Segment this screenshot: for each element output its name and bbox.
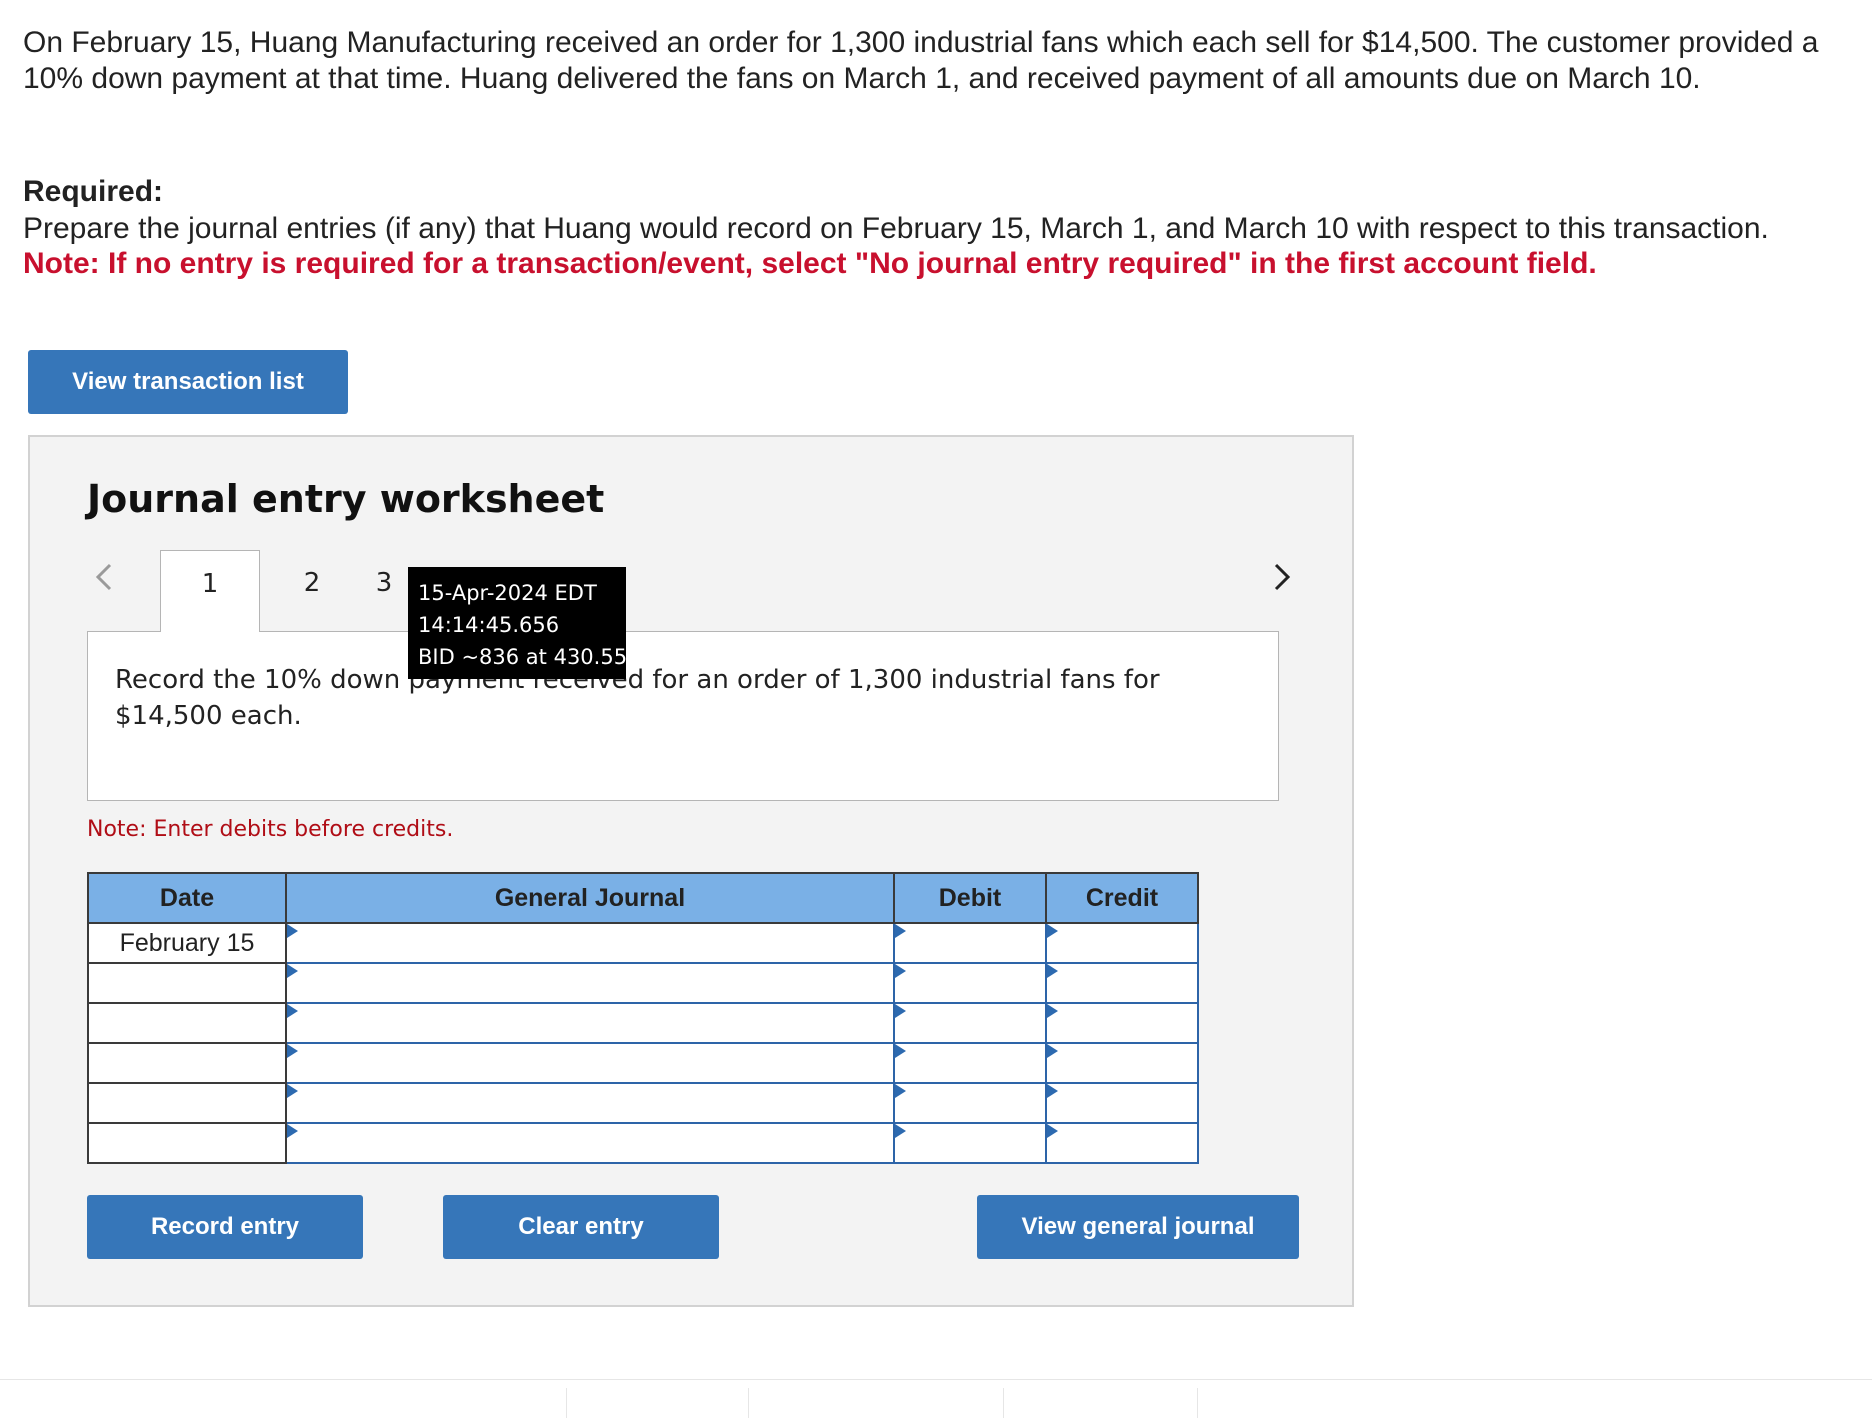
problem-statement: On February 15, Huang Manufacturing rece…	[23, 26, 1819, 95]
column-header-credit: Credit	[1045, 872, 1199, 924]
account-input[interactable]	[285, 922, 895, 964]
credit-input[interactable]	[1045, 1002, 1199, 1044]
table-row	[87, 1002, 1199, 1044]
table-row: February 15	[87, 922, 1199, 964]
debit-input[interactable]	[893, 922, 1047, 964]
date-cell	[87, 1122, 287, 1164]
debit-input[interactable]	[893, 1122, 1047, 1164]
table-row	[87, 1042, 1199, 1084]
date-cell	[87, 1002, 287, 1044]
date-cell	[87, 962, 287, 1004]
tab-3[interactable]: 3	[364, 550, 404, 632]
tooltip-time: 14:14:45.656	[418, 613, 560, 637]
credit-input[interactable]	[1045, 1042, 1199, 1084]
account-input[interactable]	[285, 1122, 895, 1164]
credit-input[interactable]	[1045, 962, 1199, 1004]
tab-1[interactable]: 1	[160, 550, 260, 632]
table-row	[87, 1082, 1199, 1124]
journal-entry-worksheet: Journal entry worksheet 1 2 3 Record the…	[28, 435, 1354, 1307]
column-header-debit: Debit	[893, 872, 1047, 924]
chevron-right-icon[interactable]	[1266, 557, 1296, 597]
date-cell	[87, 1082, 287, 1124]
footer-separator	[748, 1388, 749, 1418]
journal-table: Date General Journal Debit Credit Februa…	[87, 872, 1199, 1164]
record-entry-button[interactable]: Record entry	[87, 1195, 363, 1259]
account-input[interactable]	[285, 1082, 895, 1124]
table-row	[87, 1122, 1199, 1164]
debit-input[interactable]	[893, 1002, 1047, 1044]
instruction-box: Record the 10% down payment received for…	[87, 631, 1279, 801]
view-general-journal-button[interactable]: View general journal	[977, 1195, 1299, 1259]
tooltip-date: 15-Apr-2024 EDT	[418, 581, 597, 605]
clear-entry-button[interactable]: Clear entry	[443, 1195, 719, 1259]
timestamp-tooltip: 15-Apr-2024 EDT 14:14:45.656 BID ~836 at…	[408, 567, 628, 679]
account-input[interactable]	[285, 962, 895, 1004]
required-instructions: Prepare the journal entries (if any) tha…	[23, 212, 1769, 245]
footer-separator	[1003, 1388, 1004, 1418]
view-transaction-list-button[interactable]: View transaction list	[28, 350, 348, 414]
required-note: Note: If no entry is required for a tran…	[23, 247, 1597, 280]
table-row	[87, 962, 1199, 1004]
account-input[interactable]	[285, 1042, 895, 1084]
column-header-date: Date	[87, 872, 287, 924]
footer-separator	[566, 1388, 567, 1418]
credit-input[interactable]	[1045, 1082, 1199, 1124]
account-input[interactable]	[285, 1002, 895, 1044]
date-cell: February 15	[87, 922, 287, 964]
tab-2[interactable]: 2	[262, 550, 362, 632]
worksheet-title: Journal entry worksheet	[87, 477, 605, 521]
footer-divider	[0, 1379, 1872, 1380]
debit-input[interactable]	[893, 1042, 1047, 1084]
debits-note: Note: Enter debits before credits.	[87, 817, 454, 842]
date-cell	[87, 1042, 287, 1084]
credit-input[interactable]	[1045, 922, 1199, 964]
debit-input[interactable]	[893, 1082, 1047, 1124]
tooltip-bid: BID ~836 at 430.55	[418, 645, 628, 669]
chevron-left-icon[interactable]	[90, 557, 120, 597]
required-heading: Required:	[23, 175, 164, 208]
instruction-text: Record the 10% down payment received for…	[115, 665, 1160, 731]
credit-input[interactable]	[1045, 1122, 1199, 1164]
debit-input[interactable]	[893, 962, 1047, 1004]
column-header-general-journal: General Journal	[285, 872, 895, 924]
footer-separator	[1197, 1388, 1198, 1418]
